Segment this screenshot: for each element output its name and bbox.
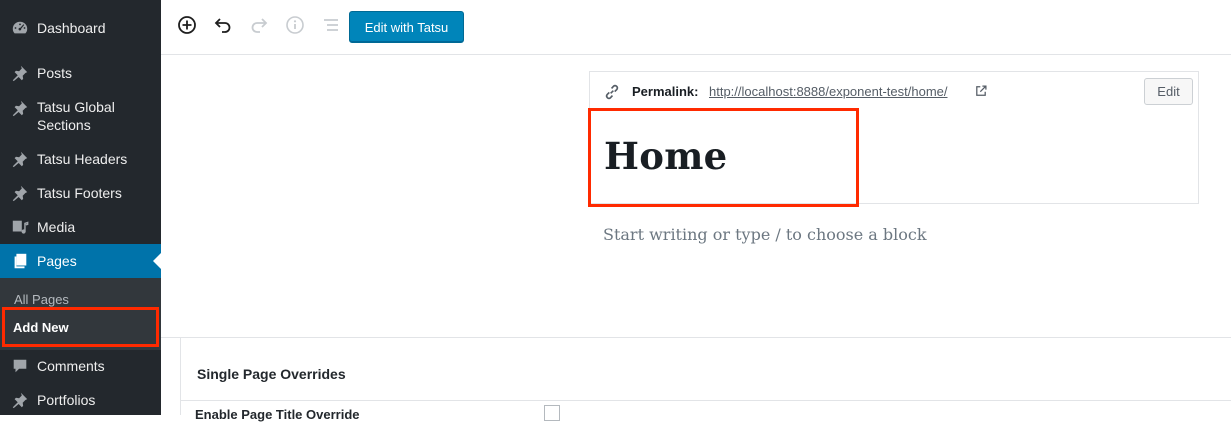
pages-submenu: All Pages Add New <box>0 278 161 350</box>
sidebar-item-label: Comments <box>37 358 105 374</box>
editor-toolbar: Edit with Tatsu <box>161 0 1231 55</box>
external-link-icon <box>974 84 988 103</box>
sidebar-item-comments[interactable]: Comments <box>0 354 161 378</box>
outline-icon <box>321 15 341 40</box>
sidebar-item-label: Tatsu Global Sections <box>37 99 115 133</box>
sidebar-item-label: Dashboard <box>37 20 106 36</box>
title-block: Home <box>589 110 1199 204</box>
permalink-label: Permalink: <box>632 84 699 99</box>
sidebar-item-tatsu-footers[interactable]: Tatsu Footers <box>0 181 161 205</box>
sidebar-item-pages[interactable]: Pages <box>0 244 161 278</box>
pin-icon <box>10 390 30 410</box>
undo-button[interactable] <box>211 15 235 39</box>
admin-sidebar: Dashboard Posts Tatsu Global Sections Ta… <box>0 0 161 415</box>
pin-icon <box>10 149 30 169</box>
single-page-overrides-panel: Single Page Overrides Enable Page Title … <box>180 338 1231 422</box>
sidebar-item-label: Pages <box>37 253 77 269</box>
sidebar-item-portfolios[interactable]: Portfolios <box>0 388 161 412</box>
dashboard-icon <box>10 18 30 38</box>
permalink-url[interactable]: http://localhost:8888/exponent-test/home… <box>709 84 948 99</box>
pin-icon <box>10 183 30 203</box>
permalink-bar: Permalink: http://localhost:8888/exponen… <box>589 71 1199 111</box>
redo-button[interactable] <box>247 15 271 39</box>
add-block-button[interactable] <box>175 15 199 39</box>
pin-icon <box>10 63 30 83</box>
media-icon <box>10 217 30 237</box>
submenu-all-pages[interactable]: All Pages <box>14 292 69 307</box>
sidebar-item-media[interactable]: Media <box>0 215 161 239</box>
panel-title[interactable]: Single Page Overrides <box>197 366 346 382</box>
block-placeholder[interactable]: Start writing or type / to choose a bloc… <box>603 225 927 244</box>
sidebar-item-posts[interactable]: Posts <box>0 61 161 85</box>
edit-with-tatsu-button[interactable]: Edit with Tatsu <box>349 11 464 43</box>
sidebar-item-label: Posts <box>37 65 73 81</box>
submenu-add-new[interactable]: Add New <box>13 320 69 335</box>
sidebar-item-dashboard[interactable]: Dashboard <box>0 16 161 40</box>
pin-icon <box>10 98 30 118</box>
title-override-checkbox[interactable] <box>544 405 560 421</box>
panel-separator <box>181 400 1231 401</box>
sidebar-item-label: Portfolios <box>37 392 96 408</box>
permalink-edit-button[interactable]: Edit <box>1144 78 1193 105</box>
link-icon <box>603 83 621 106</box>
post-title[interactable]: Home <box>604 134 728 178</box>
comments-icon <box>10 356 30 376</box>
pages-icon <box>10 251 30 271</box>
undo-icon <box>213 15 233 40</box>
sidebar-item-label: Tatsu Headers <box>37 151 128 167</box>
info-icon <box>285 15 305 40</box>
sidebar-item-label: Tatsu Footers <box>37 185 122 201</box>
add-block-icon <box>177 15 197 40</box>
outline-button[interactable] <box>319 15 343 39</box>
sidebar-item-tatsu-headers[interactable]: Tatsu Headers <box>0 147 161 171</box>
sidebar-item-tatsu-global-sections[interactable]: Tatsu Global Sections <box>0 96 161 136</box>
info-button[interactable] <box>283 15 307 39</box>
sidebar-item-label: Media <box>37 219 76 235</box>
redo-icon <box>249 15 269 40</box>
